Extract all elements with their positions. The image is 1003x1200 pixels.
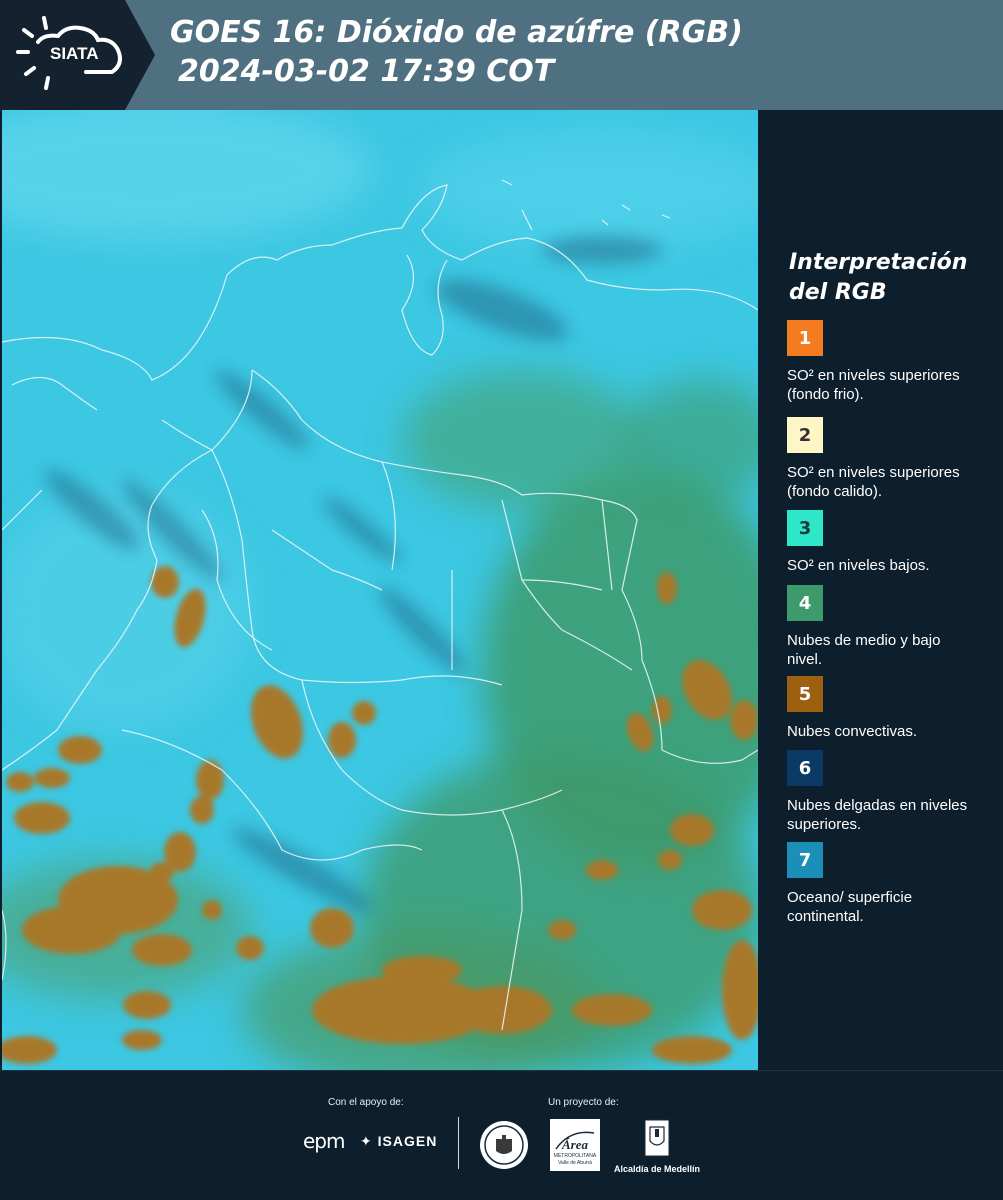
legend-item-4: 4 Nubes de medio y bajo nivel. xyxy=(787,585,977,669)
epm-logo: epm xyxy=(303,1129,345,1153)
legend-label-7: Oceano/ superficie continental. xyxy=(787,889,913,925)
page-timestamp: 2024-03-02 17:39 COT xyxy=(178,54,555,89)
epm-logo-text: epm xyxy=(303,1129,345,1153)
legend-swatch-7: 7 xyxy=(787,842,823,878)
legend-number-4: 4 xyxy=(798,592,812,614)
isagen-logo-text: ISAGEN xyxy=(377,1133,438,1149)
legend-item-3: 3 SO² en niveles bajos. xyxy=(787,510,977,575)
legend-swatch-4: 4 xyxy=(787,585,823,621)
legend-title: Interpretación del RGB xyxy=(789,250,968,305)
legend-label-1: SO² en niveles superiores (fondo frio). xyxy=(787,367,960,403)
page-title: GOES 16: Dióxido de azúfre (RGB) xyxy=(170,15,743,50)
legend-number-2: 2 xyxy=(798,424,812,446)
legend-panel: Interpretación del RGB 1 SO² en niveles … xyxy=(759,110,1003,1070)
header-bar: SIATA GOES 16: Dióxido de azúfre (RGB) 2… xyxy=(0,0,1003,110)
area-logo-subtext: METROPOLITANA xyxy=(553,1153,597,1159)
project-label: Un proyecto de: xyxy=(548,1097,619,1108)
footer: Con el apoyo de: Un proyecto de: epm ✦ I… xyxy=(0,1070,1003,1200)
alcaldia-label: Alcaldía de Medellín xyxy=(613,1164,701,1174)
area-logo-text: Área xyxy=(562,1137,588,1152)
alcaldia-shield-icon xyxy=(644,1119,670,1157)
alcaldia-medellin-logo: Alcaldía de Medellín xyxy=(612,1119,702,1174)
legend-swatch-2: 2 xyxy=(787,417,823,453)
legend-number-7: 7 xyxy=(798,849,812,871)
isagen-logo: ✦ ISAGEN xyxy=(360,1133,437,1150)
support-label: Con el apoyo de: xyxy=(328,1097,404,1108)
legend-label-6: Nubes delgadas en niveles superiores. xyxy=(787,797,968,833)
legend-label-2: SO² en niveles superiores (fondo calido)… xyxy=(787,464,960,500)
legend-swatch-1: 1 xyxy=(787,320,823,356)
legend-swatch-3: 3 xyxy=(787,510,823,546)
isagen-icon: ✦ xyxy=(360,1133,373,1149)
area-metropolitana-logo: Área METROPOLITANA Valle de Aburrá xyxy=(550,1119,600,1176)
legend-swatch-6: 6 xyxy=(787,750,823,786)
legend-swatch-5: 5 xyxy=(787,676,823,712)
satellite-map xyxy=(2,110,758,1070)
legend-label-4: Nubes de medio y bajo nivel. xyxy=(787,632,941,668)
legend-number-5: 5 xyxy=(798,683,812,705)
medellin-seal-icon xyxy=(478,1119,530,1176)
legend-label-5: Nubes convectivas. xyxy=(787,723,918,740)
legend-number-6: 6 xyxy=(798,757,812,779)
legend-item-6: 6 Nubes delgadas en niveles superiores. xyxy=(787,750,977,834)
siata-logo-text: SIATA xyxy=(50,44,99,63)
legend-number-3: 3 xyxy=(798,517,812,539)
area-logo-subtext2: Valle de Aburrá xyxy=(558,1160,592,1166)
legend-label-3: SO² en niveles bajos. xyxy=(787,557,930,574)
footer-divider xyxy=(458,1117,459,1169)
legend-item-7: 7 Oceano/ superficie continental. xyxy=(787,842,977,926)
siata-logo: SIATA xyxy=(0,0,160,110)
legend-item-2: 2 SO² en niveles superiores (fondo calid… xyxy=(787,417,977,501)
legend-number-1: 1 xyxy=(798,327,812,349)
legend-item-1: 1 SO² en niveles superiores (fondo frio)… xyxy=(787,320,977,404)
legend-item-5: 5 Nubes convectivas. xyxy=(787,676,977,741)
